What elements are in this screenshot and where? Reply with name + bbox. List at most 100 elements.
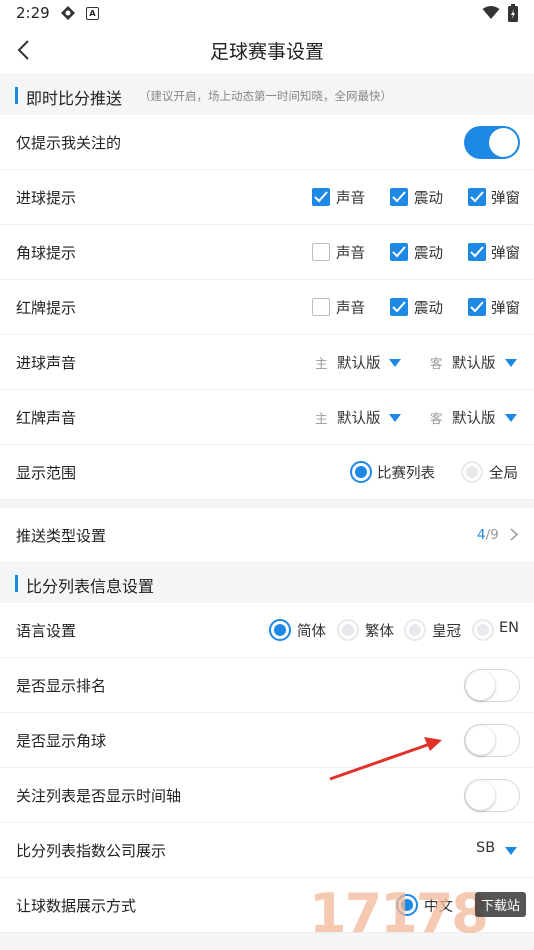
toggle-knob	[466, 670, 495, 700]
row-label: 是否显示排名	[16, 677, 107, 695]
popup-label: 弹窗	[491, 301, 520, 317]
show-rank-toggle[interactable]	[464, 669, 520, 702]
handicap-chinese-radio[interactable]	[396, 894, 418, 916]
chevron-down-icon[interactable]	[389, 414, 401, 422]
push-type-count: 4/9	[477, 527, 499, 543]
show-timeline-toggle[interactable]	[464, 779, 520, 812]
display-range-row: 显示范围 比赛列表 全局	[0, 445, 534, 500]
popup-label: 弹窗	[491, 246, 520, 262]
range-global-radio[interactable]	[461, 461, 483, 483]
chevron-down-icon[interactable]	[505, 414, 517, 422]
red-card-sound-row: 红牌声音 主 默认版 客 默认版	[0, 390, 534, 445]
toggle-knob	[466, 780, 495, 810]
away-prefix: 客	[430, 356, 443, 371]
show-corner-toggle[interactable]	[464, 724, 520, 757]
corner-popup-checkbox[interactable]	[468, 243, 486, 261]
lang-en-radio[interactable]	[472, 619, 494, 641]
section-note: （建议开启，场上动态第一时间知晓，全网最快）	[139, 89, 392, 103]
push-type-total: /9	[485, 527, 499, 543]
toggle-knob	[489, 128, 518, 157]
sound-label: 声音	[336, 246, 365, 262]
section-title: 即时比分推送	[26, 89, 123, 108]
status-time: 2:29	[16, 4, 50, 22]
goal-popup-checkbox[interactable]	[468, 188, 486, 206]
corner-alert-row: 角球提示 声音 震动 弹窗	[0, 225, 534, 280]
language-row: 语言设置 简体 繁体 皇冠 EN	[0, 603, 534, 658]
row-label: 是否显示角球	[16, 732, 107, 750]
away-prefix: 客	[430, 411, 443, 426]
home-prefix: 主	[315, 356, 328, 371]
index-company-row: 比分列表指数公司展示 SB	[0, 823, 534, 878]
row-label: 进球提示	[16, 189, 77, 207]
row-label: 语言设置	[16, 622, 77, 640]
row-label: 显示范围	[16, 464, 77, 482]
chevron-down-icon[interactable]	[389, 359, 401, 367]
show-corner-row: 是否显示角球	[0, 713, 534, 768]
vibrate-label: 震动	[414, 191, 443, 207]
radio-label: 中文	[424, 899, 453, 915]
chevron-right-icon	[510, 528, 518, 541]
row-label: 让球数据展示方式	[16, 897, 137, 915]
goal-sound-away-select[interactable]: 默认版	[452, 352, 496, 373]
only-followed-toggle[interactable]	[464, 126, 520, 159]
section-header-score-list: 比分列表信息设置	[0, 563, 534, 603]
radio-label: EN	[499, 620, 520, 636]
corner-sound-checkbox[interactable]	[312, 243, 330, 261]
sound-label: 声音	[336, 191, 365, 207]
radio-label: 全局	[489, 466, 518, 482]
lang-crown-radio[interactable]	[404, 619, 426, 641]
red-card-sound-home-select[interactable]: 默认版	[337, 407, 381, 428]
chevron-down-icon[interactable]	[505, 847, 517, 855]
range-match-list-radio[interactable]	[350, 461, 372, 483]
wifi-icon	[482, 6, 500, 19]
index-company-select[interactable]: SB	[476, 840, 495, 856]
goal-vibrate-checkbox[interactable]	[390, 188, 408, 206]
section-title: 比分列表信息设置	[26, 577, 155, 596]
radio-label: 比赛列表	[377, 466, 435, 482]
section-accent-bar	[15, 575, 18, 592]
goal-sound-checkbox[interactable]	[312, 188, 330, 206]
chevron-down-icon[interactable]	[505, 359, 517, 367]
show-timeline-row: 关注列表是否显示时间轴	[0, 768, 534, 823]
battery-icon	[508, 4, 518, 22]
row-label: 进球声音	[16, 354, 77, 372]
lang-traditional-radio[interactable]	[337, 619, 359, 641]
row-label: 红牌声音	[16, 409, 77, 427]
red-card-alert-row: 红牌提示 声音 震动 弹窗	[0, 280, 534, 335]
red-card-sound-checkbox[interactable]	[312, 298, 330, 316]
row-label: 关注列表是否显示时间轴	[16, 787, 182, 805]
row-label: 比分列表指数公司展示	[16, 842, 167, 860]
red-card-sound-away-select[interactable]: 默认版	[452, 407, 496, 428]
header: 足球赛事设置	[0, 28, 534, 75]
goal-alert-row: 进球提示 声音 震动 弹窗	[0, 170, 534, 225]
vibrate-label: 震动	[414, 246, 443, 262]
push-type-settings-row[interactable]: 推送类型设置 4/9	[0, 508, 534, 563]
section-accent-bar	[15, 87, 18, 104]
sound-label: 声音	[336, 301, 365, 317]
row-label: 仅提示我关注的	[16, 134, 122, 152]
goal-sound-row: 进球声音 主 默认版 客 默认版	[0, 335, 534, 390]
status-bar: 2:29 A	[0, 0, 534, 28]
red-card-popup-checkbox[interactable]	[468, 298, 486, 316]
vibrate-label: 震动	[414, 301, 443, 317]
game-icon	[61, 6, 75, 20]
corner-vibrate-checkbox[interactable]	[390, 243, 408, 261]
handicap-display-row: 让球数据展示方式 中文	[0, 878, 534, 933]
red-card-vibrate-checkbox[interactable]	[390, 298, 408, 316]
a-badge-icon: A	[86, 7, 99, 20]
home-prefix: 主	[315, 411, 328, 426]
only-followed-row: 仅提示我关注的	[0, 115, 534, 170]
row-label: 红牌提示	[16, 299, 77, 317]
section-header-live-push: 即时比分推送 （建议开启，场上动态第一时间知晓，全网最快）	[0, 75, 534, 115]
row-label: 推送类型设置	[16, 527, 107, 545]
lang-simplified-radio[interactable]	[269, 619, 291, 641]
page-title: 足球赛事设置	[209, 41, 324, 63]
goal-sound-home-select[interactable]: 默认版	[337, 352, 381, 373]
radio-label: 繁体	[365, 624, 394, 640]
toggle-knob	[466, 725, 495, 755]
radio-label: 皇冠	[432, 624, 461, 640]
popup-label: 弹窗	[491, 191, 520, 207]
show-rank-row: 是否显示排名	[0, 658, 534, 713]
row-label: 角球提示	[16, 244, 77, 262]
push-type-current: 4	[477, 527, 486, 543]
